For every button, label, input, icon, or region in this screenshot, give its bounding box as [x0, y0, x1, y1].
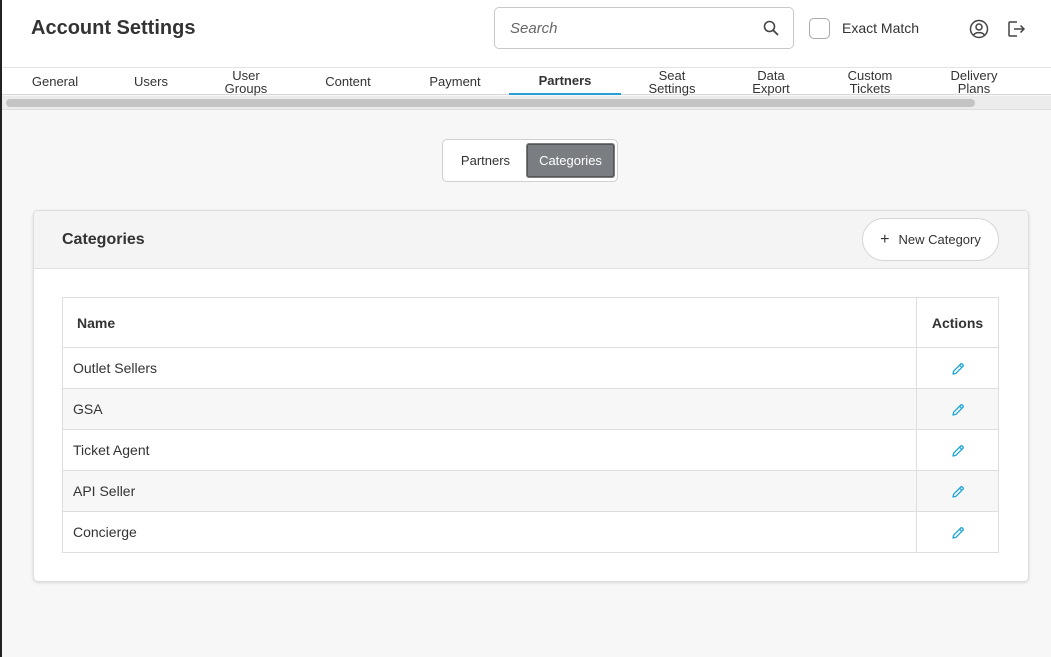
segment-partners[interactable]: Partners	[446, 143, 525, 178]
logout-icon[interactable]	[1006, 19, 1026, 39]
edit-pencil-icon[interactable]	[951, 403, 965, 417]
page-title: Account Settings	[31, 17, 196, 39]
tab-seat-settings[interactable]: Seat Settings	[640, 68, 704, 95]
user-circle-icon[interactable]	[969, 19, 989, 39]
table-row: Ticket Agent	[62, 429, 999, 471]
table-row: Outlet Sellers	[62, 347, 999, 389]
plus-icon: +	[880, 230, 890, 248]
table-row: GSA	[62, 388, 999, 430]
category-name: GSA	[62, 388, 917, 430]
tab-delivery-plans[interactable]: Delivery Plans	[940, 68, 1008, 95]
actions-cell	[916, 347, 999, 389]
segment-categories[interactable]: Categories	[526, 143, 615, 178]
column-header-actions: Actions	[916, 297, 999, 348]
tab-delivery-plans-label: Delivery Plans	[950, 67, 998, 96]
category-name: Concierge	[62, 511, 917, 553]
app-header: Account Settings Exact Match	[2, 0, 1051, 68]
exact-match-toggle[interactable]: Exact Match	[809, 17, 919, 39]
edit-pencil-icon[interactable]	[951, 362, 965, 376]
category-name: Ticket Agent	[62, 429, 917, 471]
card-title: Categories	[62, 231, 145, 248]
exact-match-checkbox[interactable]	[809, 17, 830, 39]
exact-match-label: Exact Match	[842, 20, 920, 36]
tab-content[interactable]: Content	[310, 68, 386, 95]
tab-partners[interactable]: Partners	[509, 68, 621, 95]
tab-custom-tickets[interactable]: Custom Tickets	[836, 68, 904, 95]
table-row: API Seller	[62, 470, 999, 512]
tab-user-groups-label: User Groups	[224, 67, 268, 96]
actions-cell	[916, 429, 999, 471]
tab-users[interactable]: Users	[120, 68, 182, 95]
partners-view-toggle: Partners Categories	[442, 139, 618, 182]
new-category-button[interactable]: + New Category	[862, 218, 999, 261]
actions-cell	[916, 511, 999, 553]
categories-table: Name Actions Outlet Sellers GSA Ticket A…	[62, 297, 999, 553]
search-box[interactable]	[494, 7, 794, 49]
tab-user-groups[interactable]: User Groups	[214, 68, 278, 95]
edit-pencil-icon[interactable]	[951, 485, 965, 499]
tab-data-export-label: Data Export	[752, 67, 790, 96]
tab-custom-tickets-label: Custom Tickets	[847, 67, 893, 96]
settings-tabs: General Users User Groups Content Paymen…	[2, 68, 1051, 95]
category-name: Outlet Sellers	[62, 347, 917, 389]
tab-payment[interactable]: Payment	[418, 68, 492, 95]
tab-seat-settings-label: Seat Settings	[648, 67, 696, 96]
scrollbar-thumb[interactable]	[6, 99, 975, 107]
table-header-row: Name Actions	[62, 297, 999, 348]
categories-card: Categories + New Category Name Actions O…	[33, 210, 1029, 582]
actions-cell	[916, 388, 999, 430]
edit-pencil-icon[interactable]	[951, 526, 965, 540]
search-icon[interactable]	[763, 20, 779, 36]
new-category-label: New Category	[898, 232, 981, 247]
category-name: API Seller	[62, 470, 917, 512]
search-input[interactable]	[496, 9, 746, 47]
actions-cell	[916, 470, 999, 512]
tabs-scrollbar[interactable]	[2, 96, 1051, 110]
tab-general[interactable]: General	[20, 68, 90, 95]
card-header: Categories + New Category	[34, 211, 1028, 269]
tab-data-export[interactable]: Data Export	[740, 68, 802, 95]
edit-pencil-icon[interactable]	[951, 444, 965, 458]
table-row: Concierge	[62, 511, 999, 553]
column-header-name: Name	[62, 297, 917, 348]
